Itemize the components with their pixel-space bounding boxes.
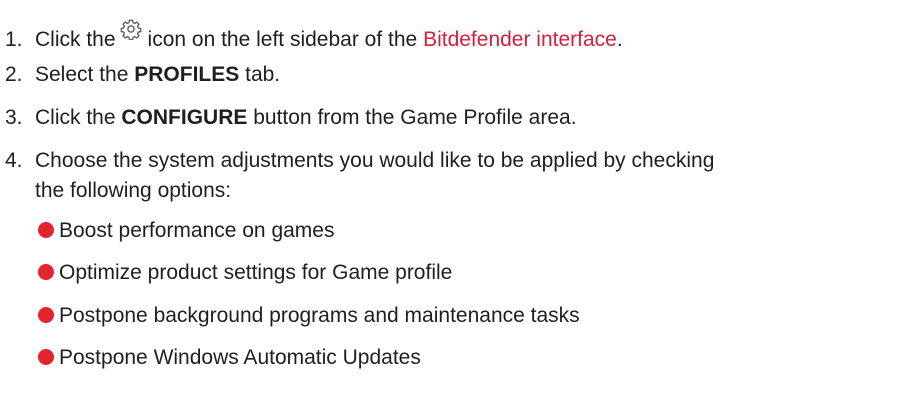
step-text: Click the [35,106,116,129]
step-number: 3. [5,106,23,129]
option-label: Boost performance on games [59,219,335,242]
step-text: button from the Game Profile area. [253,106,577,129]
bitdefender-interface-link[interactable]: Bitdefender interface [423,28,617,51]
bullet-icon [38,307,54,323]
step-2: 2. Select the PROFILES tab. [5,60,907,90]
step-text: icon on the left sidebar of the [147,28,418,51]
step-number: 4. [5,149,23,172]
step-4: 4. Choose the system adjustments you woul… [5,146,907,206]
option-label: Postpone Windows Automatic Updates [59,346,421,369]
step-number: 1. [5,28,23,51]
option-item: Boost performance on games [38,216,334,246]
step-text: . [616,28,623,51]
step-3: 3. Click the CONFIGURE button from the Ga… [5,103,907,133]
step-text: tab. [245,63,281,86]
step-1: 1. Click the icon on the left sidebar of t… [5,18,907,55]
configure-button-label: CONFIGURE [121,106,248,129]
option-item: Postpone background programs and mainten… [38,301,580,331]
option-item: Optimize product settings for Game profi… [38,258,452,288]
profiles-tab-label: PROFILES [134,63,240,86]
bullet-icon [38,222,54,238]
bullet-icon [38,264,54,280]
step-text-continued: the following options: [35,179,232,202]
option-item: Postpone Windows Automatic Updates [38,343,421,373]
step-number: 2. [5,63,23,86]
step-text: Click the [35,28,116,51]
gear-icon [120,19,141,40]
step-text: Choose the system adjustments you would … [35,149,715,172]
bullet-icon [38,349,54,365]
option-label: Postpone background programs and mainten… [59,304,580,327]
step-text: Select the [35,63,129,86]
option-label: Optimize product settings for Game profi… [59,261,453,284]
